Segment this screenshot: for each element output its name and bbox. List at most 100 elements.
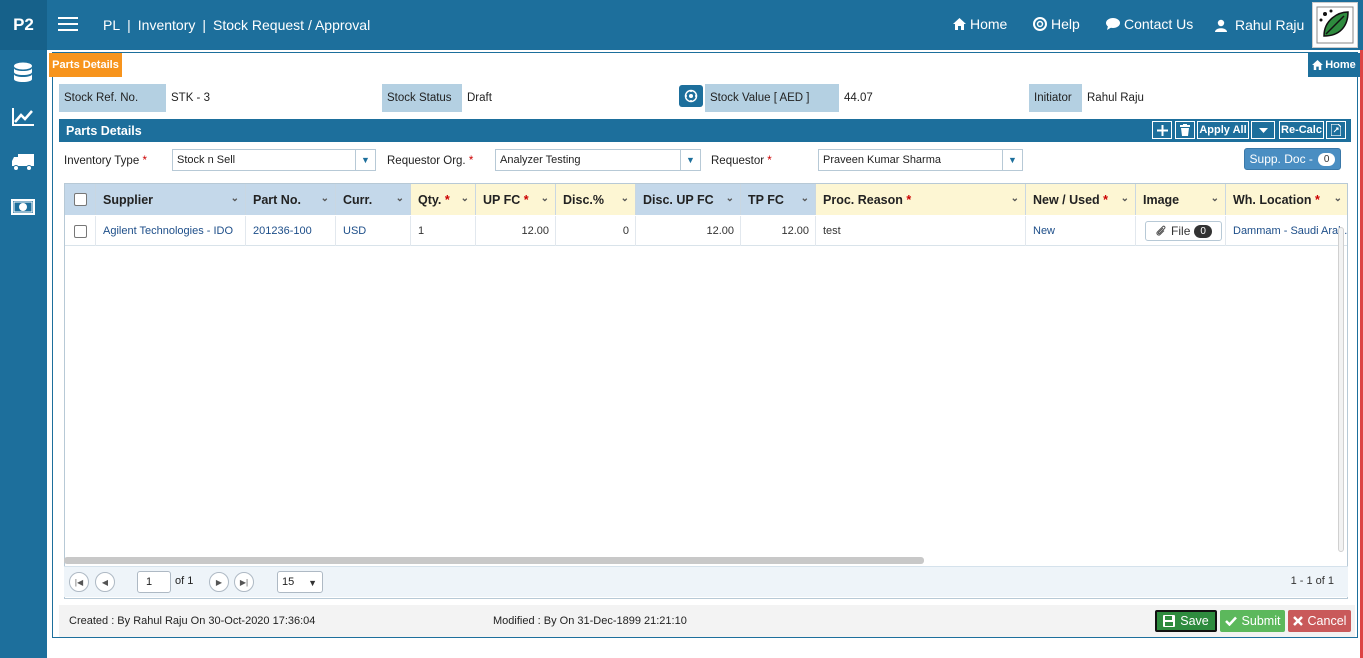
- next-page-icon[interactable]: ▶: [209, 572, 229, 592]
- breadcrumb-item-pl[interactable]: PL: [103, 17, 120, 33]
- cell-part-no[interactable]: 201236-100: [246, 216, 336, 246]
- col-disc-up-fc[interactable]: Disc. UP FC ⌄: [636, 184, 741, 215]
- col-proc-reason[interactable]: Proc. Reason * ⌄: [816, 184, 1026, 215]
- apply-all-button[interactable]: Apply All: [1197, 121, 1249, 139]
- pager: |◀ ◀ 1 of 1 ▶ ▶| 15 ▼ 1 - 1 of 1: [64, 566, 1348, 597]
- chart-line-icon[interactable]: [10, 106, 36, 128]
- col-wh-location[interactable]: Wh. Location * ⌄: [1226, 184, 1347, 215]
- cell-curr[interactable]: USD: [336, 216, 411, 246]
- breadcrumb: PL | Inventory | Stock Request / Approval: [103, 17, 370, 33]
- col-tp-fc[interactable]: TP FC ⌄: [741, 184, 816, 215]
- prev-page-icon[interactable]: ◀: [95, 572, 115, 592]
- initiator-value: Rahul Raju: [1087, 92, 1144, 104]
- trash-icon: [1180, 124, 1190, 136]
- app-logo[interactable]: P2: [0, 0, 47, 50]
- cell-wh-location[interactable]: Dammam - Saudi Arab.: [1226, 216, 1347, 246]
- cell-disc-up-fc[interactable]: 12.00: [636, 216, 741, 246]
- apply-all-dropdown[interactable]: [1251, 121, 1275, 139]
- requestor-label: Requestor *: [711, 155, 772, 167]
- chevron-down-icon: ⌄: [1333, 193, 1342, 204]
- breadcrumb-separator: |: [127, 17, 131, 33]
- nav-help[interactable]: Help: [1033, 16, 1080, 32]
- breadcrumb-item-stock-request[interactable]: Stock Request / Approval: [213, 17, 370, 33]
- chevron-down-icon: ▼: [355, 150, 375, 170]
- chevron-down-icon: ⌄: [460, 193, 469, 204]
- check-icon: [1224, 616, 1237, 626]
- chevron-down-icon: ⌄: [800, 193, 809, 204]
- cell-tp-fc[interactable]: 12.00: [741, 216, 816, 246]
- export-button[interactable]: [1326, 121, 1346, 139]
- file-export-icon: [1331, 124, 1341, 136]
- supp-doc-button[interactable]: Supp. Doc - 0: [1244, 148, 1341, 170]
- select-all-checkbox[interactable]: [73, 193, 87, 206]
- col-image[interactable]: Image ⌄: [1136, 184, 1226, 215]
- page-of-text: of 1: [175, 575, 194, 587]
- col-qty[interactable]: Qty. * ⌄: [411, 184, 476, 215]
- cell-disc-pct[interactable]: 0: [556, 216, 636, 246]
- chevron-down-icon: ⌄: [540, 193, 549, 204]
- save-button[interactable]: Save: [1155, 610, 1217, 632]
- page-size-value: 15: [282, 576, 295, 588]
- table-row[interactable]: Agilent Technologies - IDO 201236-100 US…: [65, 216, 1347, 246]
- chevron-down-icon: ▼: [1002, 150, 1022, 170]
- top-bar: P2 PL | Inventory | Stock Request / Approval…: [0, 0, 1363, 50]
- cell-qty[interactable]: 1: [411, 216, 476, 246]
- page-size-select[interactable]: 15 ▼: [277, 571, 323, 593]
- avatar[interactable]: [1312, 2, 1358, 48]
- col-curr[interactable]: Curr. ⌄: [336, 184, 411, 215]
- cancel-button[interactable]: Cancel: [1288, 610, 1351, 632]
- submit-button[interactable]: Submit: [1220, 610, 1285, 632]
- col-up-fc[interactable]: UP FC * ⌄: [476, 184, 556, 215]
- page-number-input[interactable]: 1: [137, 571, 171, 593]
- vertical-scrollbar[interactable]: [1338, 227, 1344, 552]
- nav-contact[interactable]: Contact Us: [1106, 16, 1193, 32]
- inventory-type-select[interactable]: Stock n Sell ▼: [172, 149, 376, 171]
- parts-grid: Supplier ⌄ Part No. ⌄ Curr. ⌄ Qty. * ⌄ UP FC…: [64, 183, 1348, 599]
- delete-row-button[interactable]: [1175, 121, 1195, 139]
- inventory-type-value: Stock n Sell: [177, 154, 236, 166]
- status-settings-button[interactable]: [679, 85, 703, 107]
- nav-user[interactable]: Rahul Raju: [1215, 17, 1304, 33]
- chevron-down-icon: ⌄: [395, 193, 404, 204]
- tab-parts-details[interactable]: Parts Details: [49, 53, 122, 77]
- last-page-icon[interactable]: ▶|: [234, 572, 254, 592]
- cell-supplier[interactable]: Agilent Technologies - IDO: [96, 216, 246, 246]
- cell-image: File 0: [1136, 216, 1226, 246]
- cell-up-fc[interactable]: 12.00: [476, 216, 556, 246]
- supp-doc-label: Supp. Doc -: [1249, 152, 1313, 166]
- requestor-org-label: Requestor Org. *: [387, 155, 474, 167]
- hamburger-icon[interactable]: [58, 14, 78, 34]
- file-upload-button[interactable]: File 0: [1145, 221, 1222, 241]
- nav-home[interactable]: Home: [953, 16, 1007, 32]
- chevron-down-icon: ⌄: [230, 193, 239, 204]
- col-supplier[interactable]: Supplier ⌄: [96, 184, 246, 215]
- home-icon: [1312, 60, 1324, 70]
- home-button[interactable]: Home: [1308, 53, 1360, 77]
- requestor-org-select[interactable]: Analyzer Testing ▼: [495, 149, 701, 171]
- requestor-select[interactable]: Praveen Kumar Sharma ▼: [818, 149, 1023, 171]
- nav-help-label: Help: [1051, 16, 1080, 32]
- chevron-down-icon: ⌄: [620, 193, 629, 204]
- comment-icon: [1106, 18, 1120, 30]
- col-part-no[interactable]: Part No. ⌄: [246, 184, 336, 215]
- add-row-button[interactable]: [1152, 121, 1172, 139]
- stock-ref-value: STK - 3: [171, 92, 210, 104]
- chevron-down-icon: ⌄: [1010, 193, 1019, 204]
- file-count-badge: 0: [1194, 224, 1212, 238]
- col-new-used[interactable]: New / Used * ⌄: [1026, 184, 1136, 215]
- breadcrumb-separator: |: [202, 17, 206, 33]
- database-icon[interactable]: [10, 62, 36, 84]
- floppy-icon: [1163, 615, 1176, 627]
- breadcrumb-item-inventory[interactable]: Inventory: [138, 17, 196, 33]
- cell-new-used[interactable]: New: [1026, 216, 1136, 246]
- gear-icon: [684, 89, 698, 103]
- first-page-icon[interactable]: |◀: [69, 572, 89, 592]
- col-disc-pct[interactable]: Disc.% ⌄: [556, 184, 636, 215]
- row-checkbox[interactable]: [73, 224, 87, 238]
- truck-icon[interactable]: [10, 151, 36, 173]
- recalc-button[interactable]: Re-Calc: [1279, 121, 1324, 139]
- supp-doc-count-badge: 0: [1317, 152, 1336, 166]
- cell-proc-reason[interactable]: test: [816, 216, 1026, 246]
- money-icon[interactable]: [10, 196, 36, 218]
- horizontal-scrollbar[interactable]: [64, 557, 924, 564]
